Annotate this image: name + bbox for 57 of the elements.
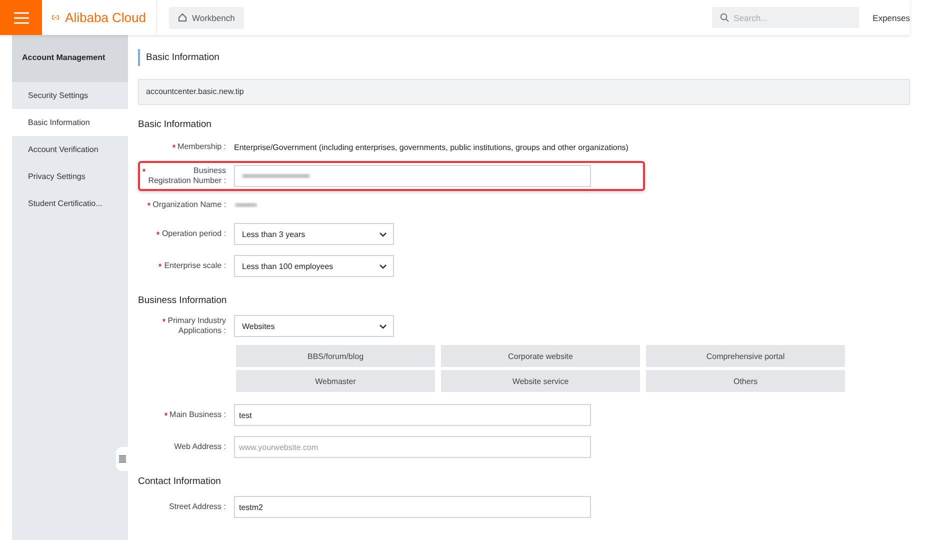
section-title: Basic Information (138, 119, 212, 130)
workbench-button[interactable]: Workbench (169, 6, 244, 28)
expenses-link[interactable]: Expenses (872, 12, 910, 22)
required-icon (164, 412, 168, 416)
required-icon (172, 144, 176, 148)
sidebar-item[interactable]: Account Verification (12, 136, 128, 163)
list-icon (118, 455, 126, 463)
blurred-value (234, 201, 258, 209)
input-field[interactable]: testm2 (234, 496, 591, 518)
brand-name: Alibaba Cloud (65, 10, 146, 25)
field-label: Operation period : (162, 229, 226, 239)
industry-option[interactable]: Webmaster (236, 370, 435, 392)
section-title: Business Information (138, 295, 228, 306)
sidebar-title: Account Management (12, 35, 128, 82)
industry-option[interactable]: Comprehensive portal (646, 345, 845, 367)
sidebar-item[interactable]: Basic Information (12, 109, 128, 136)
select-field[interactable]: Less than 100 employees (234, 255, 394, 277)
industry-option[interactable]: Others (646, 370, 845, 392)
menu-button[interactable] (0, 0, 42, 35)
search-field[interactable]: Search... (734, 12, 844, 22)
field-label: Business Registration Number : (148, 166, 226, 186)
sidebar-item[interactable]: Privacy Settings (12, 163, 128, 190)
field-label: Membership : (178, 142, 226, 152)
tip-bar: accountcenter.basic.new.tip (138, 79, 910, 105)
chevron-down-icon (379, 232, 387, 236)
required-icon (156, 231, 160, 235)
input-field[interactable]: test (234, 404, 591, 426)
select-field[interactable]: Less than 3 years (234, 223, 394, 245)
search-bar[interactable]: Search... (712, 7, 859, 28)
search-icon (720, 13, 729, 22)
field-label: Primary Industry Applications : (168, 316, 226, 336)
section-title: Contact Information (138, 476, 222, 487)
industry-option[interactable]: BBS/forum/blog (236, 345, 435, 367)
select-field[interactable]: Websites (234, 315, 394, 337)
chevron-down-icon (379, 324, 387, 328)
required-icon (142, 168, 146, 172)
membership-value: Enterprise/Government (including enterprises, governments, public institutions, groups and other organizations) (234, 142, 628, 152)
menu-icon (14, 12, 28, 24)
collapse-handle[interactable] (116, 447, 128, 471)
field-label: Organization Name : (152, 200, 226, 210)
required-icon (162, 318, 166, 322)
sidebar-item[interactable]: Student Certificatio... (12, 190, 128, 217)
field-label: Street Address : (169, 502, 226, 512)
required-icon (158, 263, 162, 267)
blurred-value (241, 172, 311, 180)
field-label: Main Business : (170, 410, 226, 420)
field-label: Web Address : (174, 442, 226, 452)
input-field[interactable] (234, 165, 591, 187)
home-icon (178, 13, 187, 22)
chevron-down-icon (379, 264, 387, 268)
page-title: Basic Information (138, 49, 910, 66)
industry-option[interactable]: Corporate website (441, 345, 640, 367)
sidebar-item[interactable]: Security Settings (12, 82, 128, 109)
industry-option[interactable]: Website service (441, 370, 640, 392)
field-label: Enterprise scale : (164, 261, 226, 271)
required-icon (146, 202, 151, 206)
input-field[interactable]: www.yourwebsite.com (234, 436, 591, 458)
